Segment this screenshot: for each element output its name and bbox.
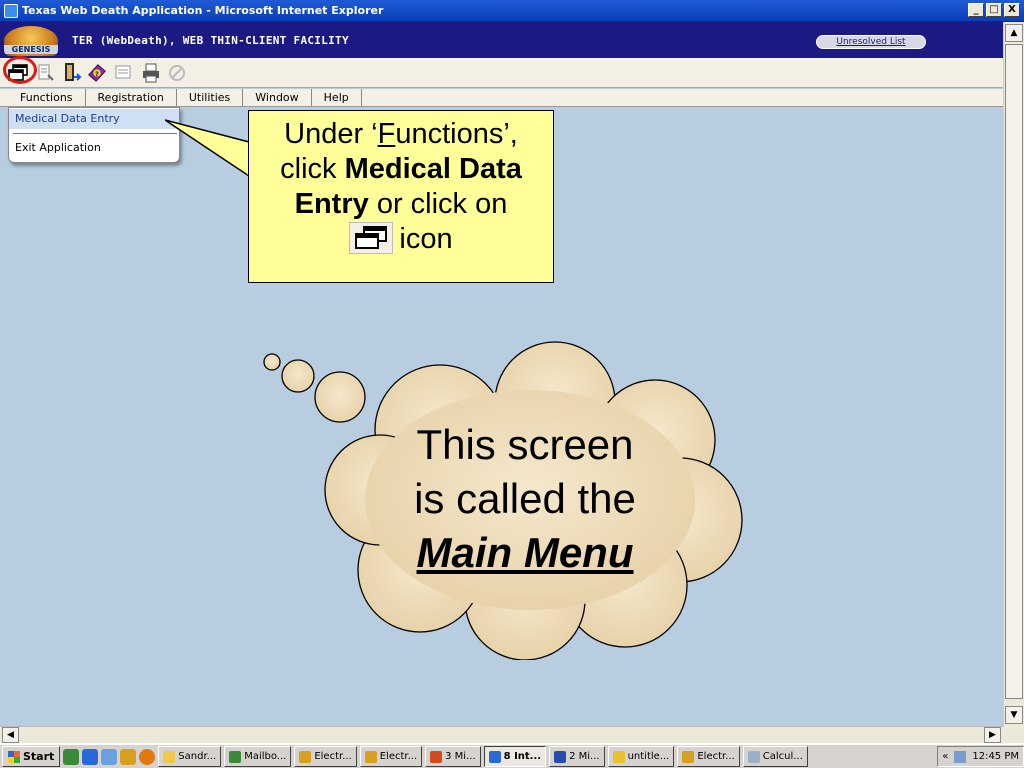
document-icon[interactable]	[112, 62, 134, 84]
close-button[interactable]: X	[1004, 3, 1020, 17]
maximize-button[interactable]: □	[986, 3, 1002, 17]
scroll-thumb[interactable]	[1005, 44, 1023, 699]
door-exit-icon[interactable]	[60, 62, 82, 84]
exit-application-item[interactable]: Exit Application	[9, 138, 179, 158]
cancel-icon[interactable]	[166, 62, 188, 84]
minimize-button[interactable]: _	[968, 3, 984, 17]
menubar: Functions Registration Utilities Window …	[0, 89, 1003, 107]
browser-title-bar: Texas Web Death Application - Microsoft …	[0, 0, 1024, 22]
window-title: Texas Web Death Application - Microsoft …	[22, 4, 384, 17]
start-button[interactable]: Start	[2, 746, 61, 767]
callout-line-4: icon	[249, 222, 553, 257]
menu-functions[interactable]: Functions	[8, 89, 86, 106]
app-icon	[682, 750, 695, 763]
ie-icon	[488, 750, 501, 763]
help-book-icon[interactable]: ?	[86, 62, 108, 84]
cloud-text: This screen is called the Main Menu	[375, 418, 675, 580]
quicklaunch-media-icon[interactable]	[139, 748, 156, 765]
medical-data-entry-item[interactable]: Medical Data Entry	[9, 109, 179, 129]
task-electr-1[interactable]: Electr...	[294, 746, 357, 767]
paint-icon	[612, 750, 625, 763]
menu-registration[interactable]: Registration	[86, 89, 177, 106]
mailbox-icon	[229, 750, 242, 763]
app-title: TER (WebDeath), WEB THIN-CLIENT FACILITY	[72, 34, 349, 47]
quicklaunch-app-icon[interactable]	[120, 748, 137, 765]
app-icon	[299, 750, 312, 763]
app-icon	[364, 750, 377, 763]
report-icon[interactable]	[34, 62, 56, 84]
functions-dropdown: Medical Data Entry Exit Application	[8, 107, 180, 163]
network-icon[interactable]	[954, 750, 967, 763]
callout-pointer	[165, 119, 251, 178]
cloud-line-2: is called the	[414, 475, 636, 522]
tray-expand-icon[interactable]: «	[942, 751, 948, 762]
cloud-line-1: This screen	[416, 421, 634, 468]
app-header: GENESIS TER (WebDeath), WEB THIN-CLIENT …	[0, 22, 1003, 58]
callout-line-1: Under ‘Functions’,	[284, 118, 518, 150]
quicklaunch-ie-icon[interactable]	[82, 748, 99, 765]
scroll-up-icon[interactable]: ▲	[1005, 24, 1023, 42]
printer-icon[interactable]	[140, 62, 162, 84]
highlight-circle	[3, 56, 37, 84]
callout-line-3: Entry or click on	[294, 188, 508, 220]
menu-window[interactable]: Window	[243, 89, 312, 106]
clock: 12:45 PM	[972, 751, 1019, 762]
quicklaunch-groupwise-icon[interactable]	[63, 748, 80, 765]
scroll-down-icon[interactable]: ▼	[1005, 706, 1023, 724]
callout-line-2: click Medical Data	[280, 153, 522, 185]
menu-help[interactable]: Help	[312, 89, 362, 106]
folder-icon	[163, 750, 176, 763]
svg-text:?: ?	[95, 70, 99, 78]
task-mailbox[interactable]: Mailbo...	[224, 746, 292, 767]
windows-flag-icon	[8, 750, 20, 763]
scroll-corner	[1003, 727, 1024, 743]
calculator-icon	[747, 750, 760, 763]
system-tray: « 12:45 PM	[937, 746, 1024, 767]
window-controls: _ □ X	[968, 3, 1020, 17]
vertical-scrollbar[interactable]: ▲ ▼	[1003, 22, 1024, 727]
genesis-logo: GENESIS	[4, 26, 58, 56]
taskbar: Start Sandr... Mailbo... Electr... Elect…	[0, 743, 1024, 768]
task-internet-explorer[interactable]: 8 Int...	[483, 746, 547, 767]
toolbar: ?	[0, 58, 1003, 88]
powerpoint-icon	[430, 750, 443, 763]
ie-icon	[4, 3, 18, 18]
unresolved-list-button[interactable]: Unresolved List	[816, 35, 926, 49]
task-electr-2[interactable]: Electr...	[359, 746, 423, 767]
task-calculator[interactable]: Calcul...	[742, 746, 808, 767]
instruction-callout: Under ‘Functions’, click Medical Data En…	[248, 110, 554, 283]
task-powerpoint[interactable]: 3 Mi...	[425, 746, 481, 767]
quicklaunch-outlook-icon[interactable]	[101, 748, 118, 765]
main-menu-label: Main Menu	[416, 529, 634, 576]
word-icon	[554, 750, 567, 763]
scroll-right-icon[interactable]: ▶	[984, 727, 1001, 743]
task-electr-3[interactable]: Electr...	[677, 746, 740, 767]
task-word[interactable]: 2 Mi...	[549, 746, 605, 767]
menu-utilities[interactable]: Utilities	[177, 89, 244, 106]
task-paint[interactable]: untitle...	[607, 746, 675, 767]
scroll-left-icon[interactable]: ◀	[2, 727, 19, 743]
task-sandr[interactable]: Sandr...	[158, 746, 222, 767]
dropdown-separator	[13, 133, 177, 134]
windows-icon	[349, 222, 394, 255]
horizontal-scrollbar[interactable]: ◀ ▶	[0, 726, 1003, 743]
